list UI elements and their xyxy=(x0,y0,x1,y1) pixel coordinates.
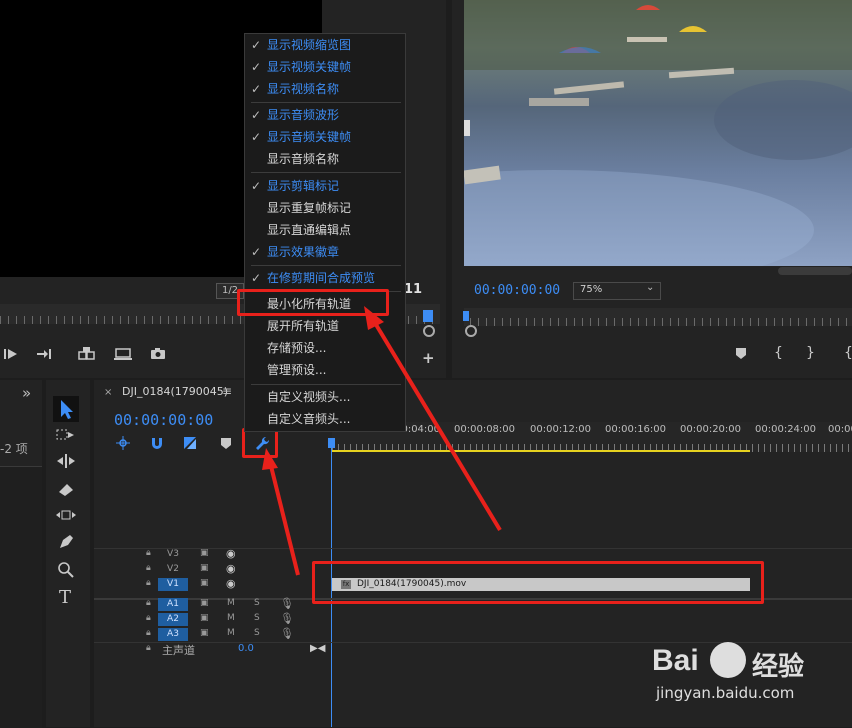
watermark-url: jingyan.baidu.com xyxy=(656,684,795,702)
watermark-brand: Bai xyxy=(652,644,699,677)
baidu-watermark: Bai 经验 jingyan.baidu.com xyxy=(652,640,852,710)
arrow-to-wrench xyxy=(268,461,300,576)
arrow-to-menu-item xyxy=(370,316,502,532)
arrow-head xyxy=(262,448,278,470)
arrow-head xyxy=(364,306,384,330)
paw-icon xyxy=(710,642,746,678)
watermark-text: 经验 xyxy=(752,652,805,682)
annotation-arrows xyxy=(262,306,502,576)
